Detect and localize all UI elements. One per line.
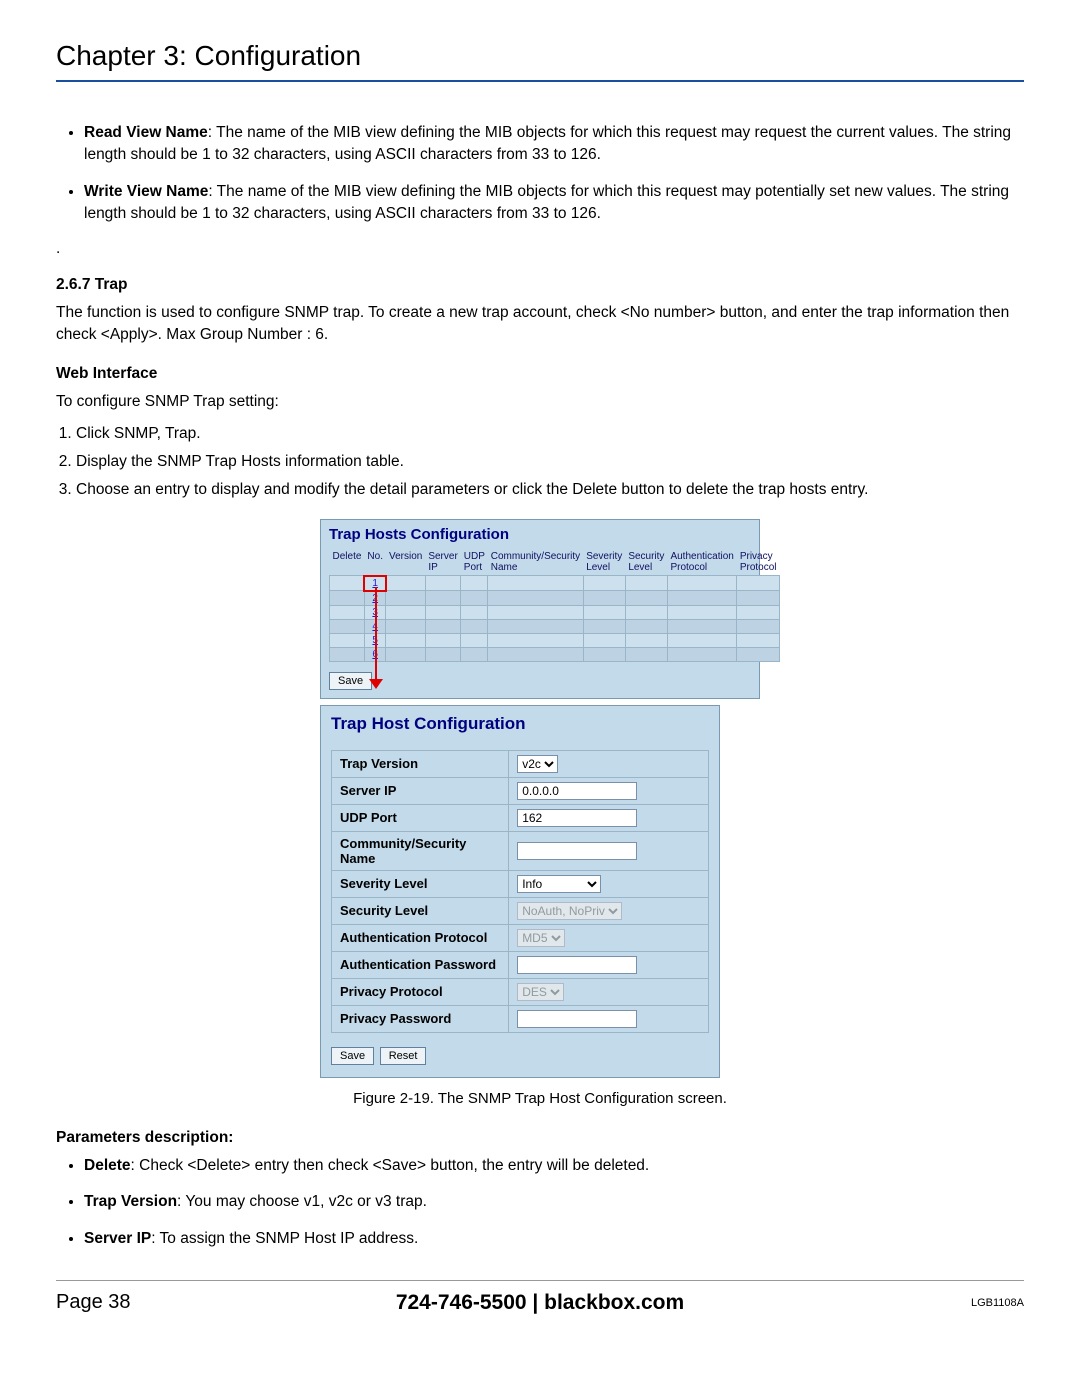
param-trap-version: Trap Version: You may choose v1, v2c or … [84, 1191, 1024, 1213]
param-delete: Delete: Check <Delete> entry then check … [84, 1155, 1024, 1177]
footer-contact: 724-746-5500 | blackbox.com [56, 1291, 1024, 1315]
param-server-ip-text: : To assign the SNMP Host IP address. [151, 1230, 418, 1247]
section-web-head: Web Interface [56, 365, 1024, 383]
label-trap-version: Trap Version [332, 750, 509, 777]
trap-host-panel: Trap Host Configuration Trap Version v2c… [320, 705, 720, 1078]
th-auth: Authentication Protocol [667, 549, 736, 576]
th-no: No. [364, 549, 386, 576]
text-write-view: : The name of the MIB view defining the … [84, 183, 1009, 222]
figure-caption: Figure 2-19. The SNMP Trap Host Configur… [320, 1090, 760, 1107]
section-trap-desc: The function is used to configure SNMP t… [56, 302, 1024, 347]
table-row: 2 [330, 591, 780, 606]
table-row: 3 [330, 605, 780, 619]
step-2: Display the SNMP Trap Hosts information … [76, 453, 1024, 471]
label-auth-proto: Authentication Protocol [332, 924, 509, 951]
th-community: Community/Security Name [488, 549, 583, 576]
trap-hosts-table: Delete No. Version Server IP UDP Port Co… [329, 549, 780, 662]
param-delete-label: Delete [84, 1157, 131, 1174]
section-web-desc: To configure SNMP Trap setting: [56, 391, 1024, 413]
label-priv-pass: Privacy Password [332, 1005, 509, 1032]
input-priv-pass[interactable] [517, 1010, 637, 1028]
th-version: Version [386, 549, 425, 576]
table-row: 5 [330, 633, 780, 647]
bullet-read-view: Read View Name: The name of the MIB view… [84, 122, 1024, 167]
select-security: NoAuth, NoPriv [517, 902, 622, 920]
label-read-view: Read View Name [84, 124, 208, 141]
label-auth-pass: Authentication Password [332, 951, 509, 978]
th-udp-port: UDP Port [461, 549, 488, 576]
label-community: Community/Security Name [332, 831, 509, 870]
table-row: 4 [330, 619, 780, 633]
step-1: Click SNMP, Trap. [76, 425, 1024, 443]
th-security: Security Level [625, 549, 667, 576]
reset-button[interactable]: Reset [380, 1047, 427, 1065]
label-priv-proto: Privacy Protocol [332, 978, 509, 1005]
trap-host-form: Trap Version v2c Server IP UDP Port Comm… [331, 750, 709, 1033]
title-rule [56, 80, 1024, 82]
param-trap-version-text: : You may choose v1, v2c or v3 trap. [177, 1193, 427, 1210]
text-read-view: : The name of the MIB view defining the … [84, 124, 1011, 163]
trap-hosts-title: Trap Hosts Configuration [321, 520, 759, 549]
trap-hosts-panel: Trap Hosts Configuration Delete No. Vers… [320, 519, 760, 699]
param-server-ip: Server IP: To assign the SNMP Host IP ad… [84, 1228, 1024, 1250]
bullet-write-view: Write View Name: The name of the MIB vie… [84, 181, 1024, 226]
param-server-ip-label: Server IP [84, 1230, 151, 1247]
th-severity: Severity Level [583, 549, 625, 576]
param-trap-version-label: Trap Version [84, 1193, 177, 1210]
footer-model: LGB1108A [971, 1297, 1024, 1309]
th-server-ip: Server IP [425, 549, 460, 576]
stray-dot: . [56, 240, 1024, 258]
label-write-view: Write View Name [84, 183, 208, 200]
page-footer: Page 38 724-746-5500 | blackbox.com LGB1… [56, 1280, 1024, 1314]
select-priv-proto: DES [517, 983, 564, 1001]
label-udp-port: UDP Port [332, 804, 509, 831]
label-server-ip: Server IP [332, 777, 509, 804]
input-community[interactable] [517, 842, 637, 860]
section-trap-head: 2.6.7 Trap [56, 276, 1024, 294]
table-row: 6 [330, 647, 780, 661]
input-auth-pass[interactable] [517, 956, 637, 974]
input-server-ip[interactable] [517, 782, 637, 800]
params-head: Parameters description: [56, 1129, 1024, 1147]
th-delete: Delete [330, 549, 365, 576]
table-row: 1 [330, 576, 780, 591]
no-link-1[interactable]: 1 [364, 576, 386, 591]
step-3: Choose an entry to display and modify th… [76, 481, 1024, 499]
label-severity: Severity Level [332, 870, 509, 897]
chapter-title: Chapter 3: Configuration [56, 40, 1024, 72]
save-button[interactable]: Save [331, 1047, 374, 1065]
input-udp-port[interactable] [517, 809, 637, 827]
select-severity[interactable]: Info [517, 875, 601, 893]
save-button-top[interactable]: Save [329, 672, 372, 690]
label-security: Security Level [332, 897, 509, 924]
select-trap-version[interactable]: v2c [517, 755, 558, 773]
select-auth-proto: MD5 [517, 929, 565, 947]
trap-host-title: Trap Host Configuration [321, 706, 719, 750]
th-privacy: Privacy Protocol [737, 549, 780, 576]
param-delete-text: : Check <Delete> entry then check <Save>… [131, 1157, 650, 1174]
